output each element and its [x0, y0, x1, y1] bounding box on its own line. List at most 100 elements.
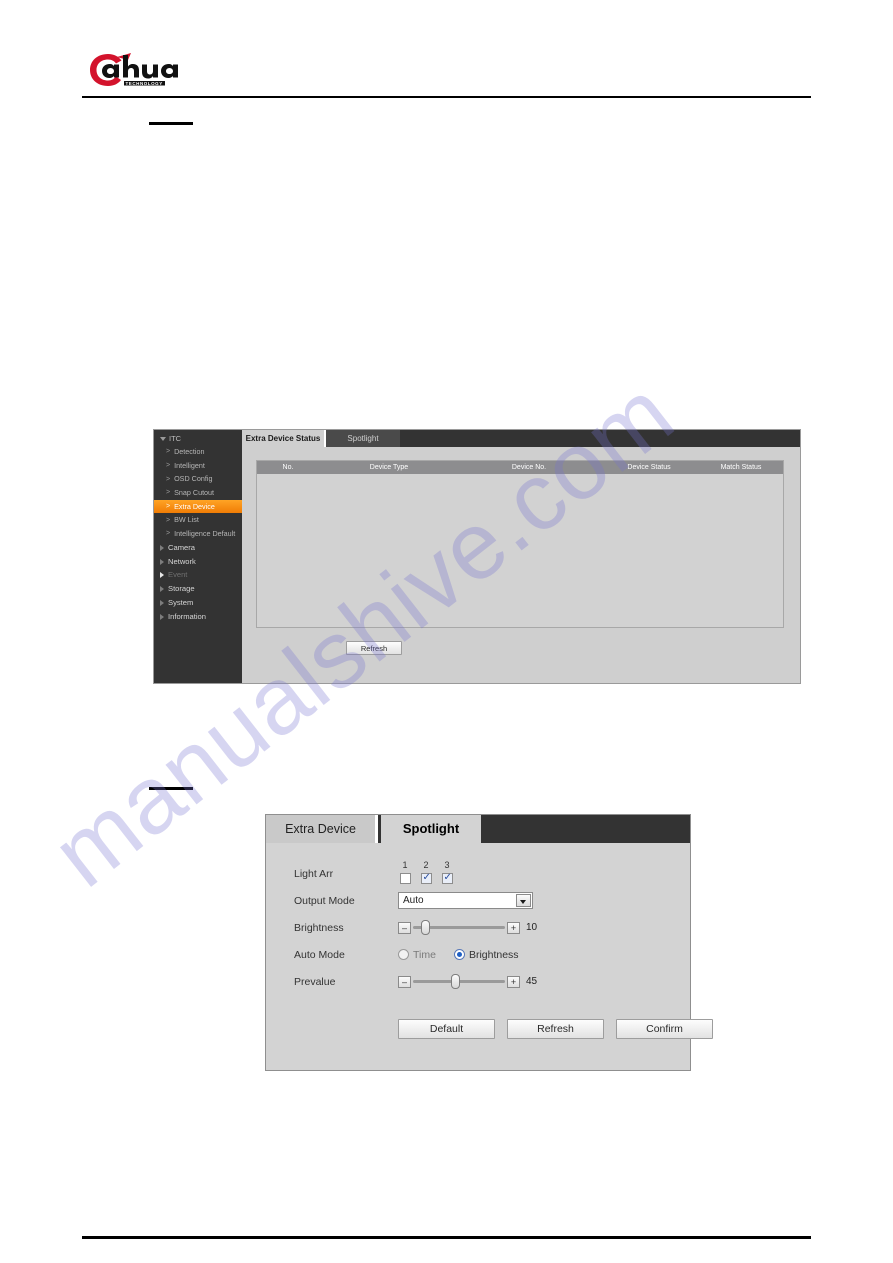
prevalue-field: – + 45	[398, 974, 537, 989]
brightness-slider-handle[interactable]	[421, 920, 430, 935]
column-header-match-status: Match Status	[720, 464, 762, 471]
auto-mode-field: Time Brightness	[398, 949, 519, 961]
output-mode-value: Auto	[403, 895, 424, 906]
prevalue-decrement-button[interactable]: –	[398, 975, 411, 988]
navigation-sidebar: ITC > Detection > Intelligent > OSD Conf…	[154, 430, 242, 683]
extra-device-table: No. Device Type Device No. Device Status…	[256, 460, 784, 628]
dahua-logo-svg: TECHNOLOGY	[90, 53, 178, 86]
sidebar-item-bw-list[interactable]: > BW List	[154, 513, 242, 527]
tab-spotlight[interactable]: Spotlight	[381, 815, 481, 843]
tab-extra-device-status[interactable]: Extra Device Status	[266, 815, 378, 864]
light-arr-option-3[interactable]: 3	[440, 860, 454, 889]
brightness-slider[interactable]: – + 10	[398, 920, 538, 935]
sidebar-item-system[interactable]: System	[154, 596, 242, 610]
row-output-mode: Output Mode Auto	[266, 888, 690, 913]
light-arr-option-1[interactable]: 1	[398, 860, 412, 889]
sidebar-item-label: OSD Config	[174, 474, 213, 484]
auto-mode-option-brightness[interactable]: Brightness	[453, 948, 519, 961]
sidebar-item-storage[interactable]: Storage	[154, 582, 242, 596]
sidebar-item-extra-device[interactable]: > Extra Device	[154, 499, 242, 514]
figure-spotlight: Extra Device Status Spotlight Light Arr …	[265, 814, 713, 1071]
sidebar-item-intelligent[interactable]: > Intelligent	[154, 459, 242, 473]
row-light-arr: Light Arr 1 2 3	[266, 859, 690, 889]
light-arr-checkbox-group: 1 2 3	[398, 859, 518, 889]
chevron-right-icon: >	[166, 462, 171, 470]
brightness-increment-button[interactable]: +	[507, 921, 520, 934]
output-mode-label: Output Mode	[294, 894, 355, 907]
light-arr-option-2[interactable]: 2	[419, 859, 433, 889]
sidebar-item-osd-config[interactable]: > OSD Config	[154, 472, 242, 486]
triangle-right-icon	[160, 572, 164, 579]
prevalue-increment-button[interactable]: +	[507, 975, 520, 988]
sidebar-item-information[interactable]: Information	[154, 610, 242, 624]
sidebar-item-network[interactable]: Network	[154, 555, 242, 569]
light-arr-field: 1 2 3	[398, 859, 518, 889]
radio-brightness[interactable]	[453, 949, 465, 960]
auto-mode-radio-group: Time Brightness	[398, 949, 519, 961]
sidebar-item-label: System	[168, 598, 194, 607]
section-heading-rule-top	[149, 122, 193, 125]
tab-spotlight[interactable]: Spotlight	[326, 430, 400, 447]
chevron-down-icon[interactable]	[516, 894, 531, 907]
sidebar-item-detection[interactable]: > Detection	[154, 445, 242, 459]
chevron-down-icon	[160, 436, 166, 441]
auto-mode-option-label: Time	[413, 948, 436, 961]
brightness-slider-track[interactable]	[413, 920, 505, 935]
sidebar-item-event[interactable]: Event	[154, 568, 242, 582]
output-mode-field: Auto	[398, 892, 533, 909]
chevron-right-icon: >	[166, 503, 171, 511]
tab-extra-device-status[interactable]: Extra Device Status	[242, 430, 326, 447]
column-header-no: No.	[282, 464, 294, 471]
auto-mode-label: Auto Mode	[294, 948, 345, 961]
table-header-row: No. Device Type Device No. Device Status…	[257, 461, 783, 474]
light-arr-checkbox-2[interactable]	[420, 872, 432, 884]
triangle-right-icon	[160, 544, 164, 551]
refresh-button[interactable]: Refresh	[346, 641, 402, 655]
auto-mode-option-label: Brightness	[468, 948, 519, 961]
auto-mode-option-time[interactable]: Time	[398, 949, 436, 961]
prevalue-slider[interactable]: – + 45	[398, 974, 537, 989]
dahua-logo: TECHNOLOGY	[88, 50, 203, 92]
sidebar-item-label: Event	[168, 570, 188, 580]
figure-extra-device-status: ITC > Detection > Intelligent > OSD Conf…	[153, 429, 801, 684]
output-mode-select[interactable]: Auto	[398, 892, 533, 909]
row-prevalue: Prevalue – + 45	[266, 969, 690, 994]
triangle-right-icon	[160, 599, 164, 606]
sidebar-item-label: BW List	[174, 515, 199, 525]
sidebar-item-camera[interactable]: Camera	[154, 541, 242, 555]
figure1-content: Extra Device Status Spotlight No. Device…	[242, 430, 800, 683]
sidebar-root-label: ITC	[169, 434, 182, 443]
chevron-right-icon: >	[166, 530, 171, 538]
chevron-right-icon: >	[166, 489, 171, 497]
chevron-right-icon: >	[166, 475, 171, 483]
sidebar-item-label: Camera	[168, 542, 196, 552]
confirm-button[interactable]: Confirm	[616, 1019, 713, 1039]
prevalue-slider-handle[interactable]	[451, 974, 460, 989]
brightness-label: Brightness	[294, 921, 344, 934]
sidebar-item-label: Intelligence Default	[174, 529, 236, 539]
light-arr-label: Light Arr	[294, 867, 334, 880]
chevron-right-icon: >	[166, 448, 171, 456]
sidebar-item-snap-cutout[interactable]: > Snap Cutout	[154, 486, 242, 500]
triangle-right-icon	[160, 613, 164, 620]
light-arr-checkbox-1[interactable]	[399, 872, 411, 884]
brightness-decrement-button[interactable]: –	[398, 921, 411, 934]
prevalue-label: Prevalue	[294, 975, 336, 988]
action-button-row: Default Refresh Confirm	[398, 1019, 713, 1039]
panel-body: No. Device Type Device No. Device Status…	[242, 447, 800, 683]
default-button[interactable]: Default	[398, 1019, 495, 1039]
light-arr-number: 2	[423, 859, 429, 870]
page-header: TECHNOLOGY	[0, 0, 893, 100]
light-arr-checkbox-3[interactable]	[441, 872, 453, 884]
triangle-right-icon	[160, 558, 164, 565]
spotlight-form: Light Arr 1 2 3	[266, 843, 713, 1070]
prevalue-slider-track[interactable]	[413, 974, 505, 989]
radio-time[interactable]	[398, 949, 409, 960]
sidebar-root-itc[interactable]: ITC	[154, 430, 242, 445]
refresh-button[interactable]: Refresh	[507, 1019, 604, 1039]
brightness-value: 10	[526, 922, 538, 933]
tab-bar: Extra Device Status Spotlight	[242, 430, 800, 447]
footer-divider	[82, 1236, 811, 1239]
chevron-right-icon: >	[166, 516, 171, 524]
sidebar-item-intelligence-default[interactable]: > Intelligence Default	[154, 527, 242, 541]
